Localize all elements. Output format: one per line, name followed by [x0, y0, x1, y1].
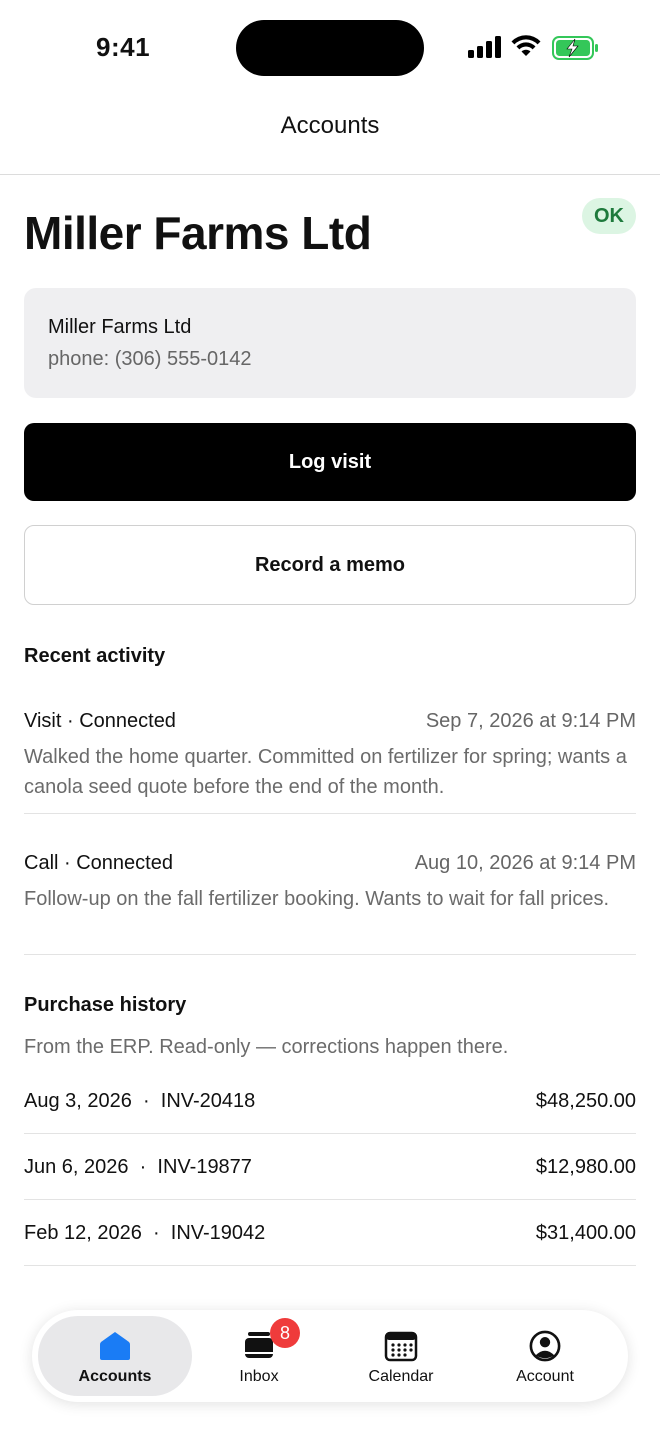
tab-label: Accounts [78, 1368, 152, 1385]
activity-type: Call · Connected [24, 852, 173, 874]
invoice-amount: $12,980.00 [535, 1156, 636, 1178]
invoice-row: Aug 3, 2026 · INV-20418 $48,250.00 [24, 1068, 636, 1134]
contact-card: Miller Farms Ltd phone: (306) 555-0142 [24, 288, 636, 398]
activity-date: Sep 7, 2026 at 9:14 PM [425, 710, 636, 732]
account-title: Miller Farms Ltd [24, 207, 372, 259]
purchase-history-subtitle: From the ERP. Read-only — corrections ha… [24, 1036, 509, 1058]
activity-item[interactable]: Call · Connected Aug 10, 2026 at 9:14 PM… [24, 852, 636, 955]
battery-charging-icon [552, 36, 598, 60]
invoice-row: Jun 6, 2026 · INV-19877 $12,980.00 [24, 1134, 636, 1200]
purchase-history-heading: Purchase history [24, 994, 187, 1016]
status-bar: 9:41 [0, 0, 660, 96]
activity-notes: Follow-up on the fall fertilizer booking… [24, 888, 610, 910]
tab-accounts[interactable]: Accounts [38, 1316, 192, 1396]
recent-activity-heading: Recent activity [24, 645, 166, 667]
person-circle-icon [529, 1330, 561, 1362]
house-icon [100, 1332, 130, 1360]
invoice-amount: $31,400.00 [535, 1222, 636, 1244]
record-memo-button[interactable]: Record a memo [24, 525, 636, 605]
invoice-date-number: Jun 6, 2026 · INV-19877 [24, 1156, 252, 1178]
calendar-icon [384, 1331, 418, 1362]
navigation-bar: Accounts [0, 96, 660, 175]
activity-type: Visit · Connected [24, 710, 176, 732]
invoice-date-number: Feb 12, 2026 · INV-19042 [24, 1222, 266, 1244]
wifi-icon [511, 35, 541, 56]
nav-title: Accounts [280, 112, 380, 139]
tab-bar: Accounts Inbox Calendar Account [32, 1310, 628, 1402]
invoice-row: Feb 12, 2026 · INV-19042 $31,400.00 [24, 1200, 636, 1266]
dynamic-island [236, 20, 424, 76]
tab-calendar[interactable]: Calendar [324, 1316, 478, 1396]
tab-label: Account [516, 1368, 574, 1385]
tab-inbox[interactable]: Inbox [182, 1316, 336, 1396]
tab-account[interactable]: Account [468, 1316, 622, 1396]
invoice-amount: $48,250.00 [535, 1090, 636, 1112]
status-badge: OK [582, 198, 636, 234]
log-visit-button[interactable]: Log visit [24, 423, 636, 501]
contact-phone[interactable]: phone: (306) 555-0142 [48, 348, 252, 371]
activity-notes: Walked the home quarter. Committed on fe… [24, 746, 627, 798]
tab-label: Calendar [368, 1368, 434, 1385]
contact-name: Miller Farms Ltd [48, 316, 192, 338]
tab-label: Inbox [239, 1368, 279, 1385]
status-time: 9:41 [96, 32, 151, 62]
activity-date: Aug 10, 2026 at 9:14 PM [414, 852, 636, 874]
invoice-date-number: Aug 3, 2026 · INV-20418 [24, 1090, 256, 1112]
activity-item[interactable]: Visit · Connected Sep 7, 2026 at 9:14 PM… [24, 710, 636, 814]
cellular-signal-icon [468, 36, 501, 58]
inbox-badge: 8 [270, 1318, 300, 1348]
